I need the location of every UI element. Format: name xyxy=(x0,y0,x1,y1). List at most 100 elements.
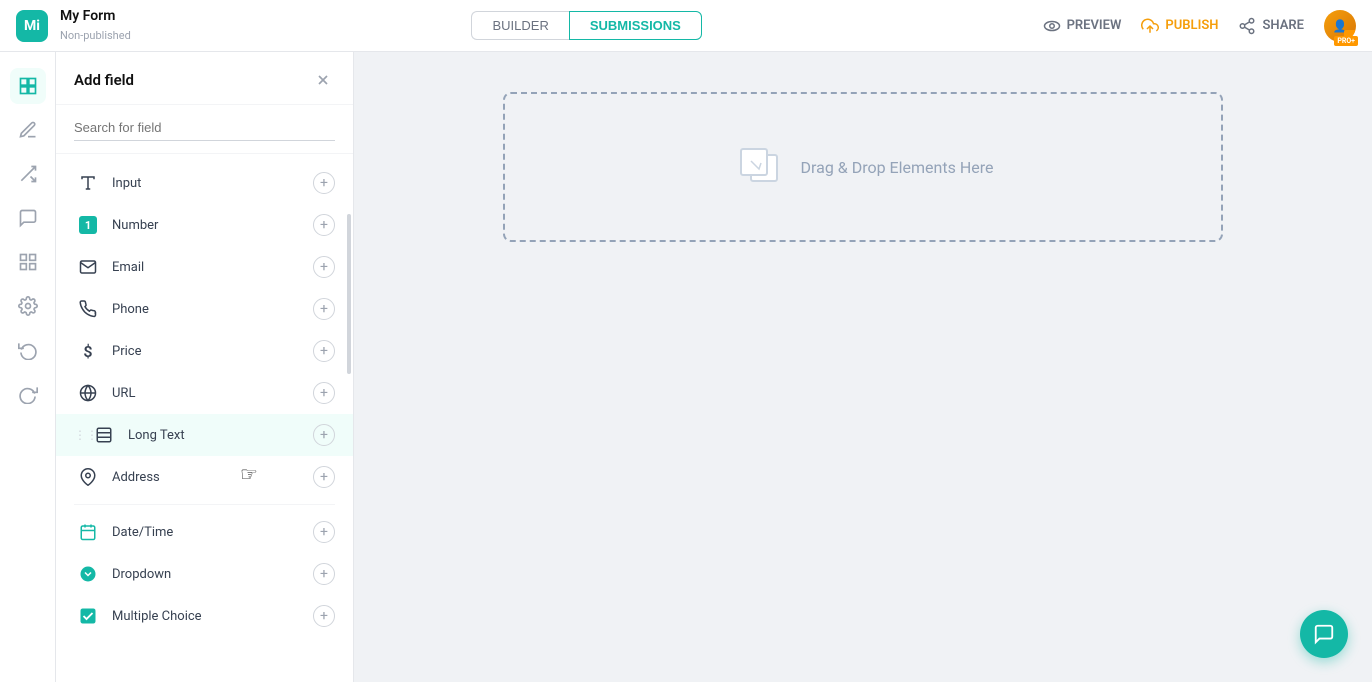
field-item-longtext[interactable]: ⋮⋮ Long Text + xyxy=(56,414,353,456)
topbar-actions: PREVIEW PUBLISH SHARE 👤 PRO+ xyxy=(1043,10,1356,42)
field-item-datetime[interactable]: Date/Time + xyxy=(56,511,353,553)
canvas-area: Drag & Drop Elements Here xyxy=(354,52,1372,682)
sidebar-item-shuffle[interactable] xyxy=(10,156,46,192)
publish-label: PUBLISH xyxy=(1165,18,1218,33)
email-type-icon xyxy=(74,258,102,276)
field-item-phone[interactable]: Phone + xyxy=(56,288,353,330)
preview-label: PREVIEW xyxy=(1067,18,1122,33)
field-label-longtext: Long Text xyxy=(128,428,313,443)
field-label-number: Number xyxy=(112,218,313,233)
shuffle-icon xyxy=(18,164,38,184)
input-type-icon xyxy=(74,174,102,192)
field-separator xyxy=(74,504,335,505)
field-item-address[interactable]: Address + xyxy=(56,456,353,498)
number-type-icon: 1 xyxy=(74,216,102,234)
sidebar-item-grid[interactable] xyxy=(10,244,46,280)
sidebar-item-pen[interactable] xyxy=(10,112,46,148)
field-item-email[interactable]: Email + xyxy=(56,246,353,288)
field-label-address: Address xyxy=(112,470,313,485)
chat-button[interactable] xyxy=(1300,610,1348,658)
undo-icon xyxy=(18,340,38,360)
calendar-icon xyxy=(79,523,97,541)
pin-icon xyxy=(79,468,97,486)
add-phone-button[interactable]: + xyxy=(313,298,335,320)
topbar: Mi My Form Non-published BUILDER SUBMISS… xyxy=(0,0,1372,52)
field-label-datetime: Date/Time xyxy=(112,525,313,540)
main-layout: Add field Input + 1 Numb xyxy=(0,52,1372,682)
dropdown-type-icon xyxy=(74,565,102,583)
user-avatar-container: 👤 PRO+ xyxy=(1324,10,1356,42)
share-label: SHARE xyxy=(1262,18,1304,33)
pro-badge: PRO+ xyxy=(1334,36,1358,46)
field-item-price[interactable]: $ Price + xyxy=(56,330,353,372)
share-action[interactable]: SHARE xyxy=(1238,17,1304,35)
field-item-dropdown[interactable]: Dropdown + xyxy=(56,553,353,595)
field-label-dropdown: Dropdown xyxy=(112,567,313,582)
sidebar-item-undo[interactable] xyxy=(10,332,46,368)
panel-title: Add field xyxy=(74,71,134,89)
longtext-icon xyxy=(95,426,113,444)
grid-icon xyxy=(18,252,38,272)
add-input-button[interactable]: + xyxy=(313,172,335,194)
drag-handle-longtext[interactable]: ⋮⋮ xyxy=(74,428,86,442)
search-area xyxy=(56,105,353,154)
message-icon xyxy=(18,208,38,228)
add-address-button[interactable]: + xyxy=(313,466,335,488)
longtext-type-icon xyxy=(90,426,118,444)
close-panel-button[interactable] xyxy=(311,68,335,92)
field-item-url[interactable]: URL + xyxy=(56,372,353,414)
layers-icon xyxy=(18,76,38,96)
field-label-price: Price xyxy=(112,344,313,359)
sidebar-item-chat[interactable] xyxy=(10,200,46,236)
search-underline xyxy=(74,140,335,141)
checkbox-icon xyxy=(79,607,97,625)
tab-group: BUILDER SUBMISSIONS xyxy=(131,11,1043,40)
close-icon xyxy=(315,72,331,88)
add-longtext-button[interactable]: + xyxy=(313,424,335,446)
add-datetime-button[interactable]: + xyxy=(313,521,335,543)
field-label-email: Email xyxy=(112,260,313,275)
redo-icon xyxy=(18,384,38,404)
field-label-multichoice: Multiple Choice xyxy=(112,609,313,624)
scrollbar[interactable] xyxy=(347,214,351,374)
pen-icon xyxy=(18,120,38,140)
sidebar-item-settings[interactable] xyxy=(10,288,46,324)
drop-text: Drag & Drop Elements Here xyxy=(801,158,994,177)
multichoice-type-icon xyxy=(74,607,102,625)
address-type-icon xyxy=(74,468,102,486)
add-dropdown-button[interactable]: + xyxy=(313,563,335,585)
field-label-phone: Phone xyxy=(112,302,313,317)
price-type-icon: $ xyxy=(74,342,102,361)
sidebar-item-redo[interactable] xyxy=(10,376,46,412)
field-item-number[interactable]: 1 Number + xyxy=(56,204,353,246)
search-input[interactable] xyxy=(74,120,335,135)
panel-header: Add field xyxy=(56,52,353,105)
add-number-button[interactable]: + xyxy=(313,214,335,236)
app-logo: Mi xyxy=(16,10,48,42)
add-field-panel: Add field Input + 1 Numb xyxy=(56,52,354,682)
text-input-icon xyxy=(79,174,97,192)
add-email-button[interactable]: + xyxy=(313,256,335,278)
add-multichoice-button[interactable]: + xyxy=(313,605,335,627)
datetime-type-icon xyxy=(74,523,102,541)
eye-icon xyxy=(1043,17,1061,35)
form-name: My Form xyxy=(60,8,131,24)
phone-type-icon xyxy=(74,300,102,318)
url-type-icon xyxy=(74,384,102,402)
settings-icon xyxy=(18,296,38,316)
add-url-button[interactable]: + xyxy=(313,382,335,404)
publish-action[interactable]: PUBLISH xyxy=(1141,17,1218,35)
add-price-button[interactable]: + xyxy=(313,340,335,362)
tab-submissions[interactable]: SUBMISSIONS xyxy=(569,11,702,40)
field-item-input[interactable]: Input + xyxy=(56,162,353,204)
preview-action[interactable]: PREVIEW xyxy=(1043,17,1122,35)
field-list: Input + 1 Number + Email + xyxy=(56,154,353,682)
phone-icon xyxy=(79,300,97,318)
sidebar-item-layers[interactable] xyxy=(10,68,46,104)
tab-builder[interactable]: BUILDER xyxy=(471,11,568,40)
upload-icon xyxy=(1141,17,1159,35)
globe-icon xyxy=(79,384,97,402)
field-item-multichoice[interactable]: Multiple Choice + xyxy=(56,595,353,637)
drop-zone[interactable]: Drag & Drop Elements Here xyxy=(503,92,1223,242)
field-label-input: Input xyxy=(112,176,313,191)
